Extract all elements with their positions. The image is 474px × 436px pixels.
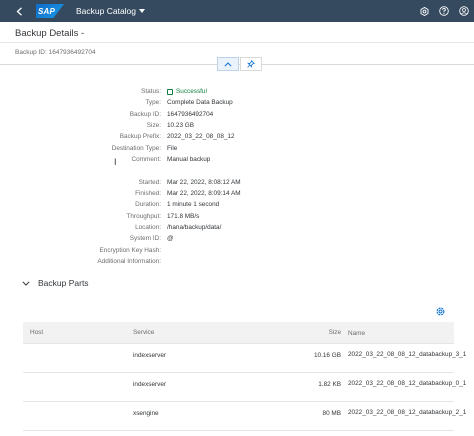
detail-value: Mar 22, 2022, 8:09:14 AM xyxy=(167,190,241,197)
cell-size: 80 MB xyxy=(322,410,341,417)
column-header-service: Service xyxy=(133,329,155,336)
pin-icon xyxy=(247,60,255,68)
detail-label: Duration: xyxy=(135,201,161,209)
detail-value: 10.23 GB xyxy=(167,122,195,129)
settings-icon xyxy=(420,6,428,16)
detail-row: Additional Information: xyxy=(0,256,474,267)
back-icon xyxy=(16,6,22,16)
detail-label: Finished: xyxy=(135,190,161,197)
column-header-host: Host xyxy=(30,329,44,336)
table-row[interactable]: xsengine 80 MB 2022_03_22_08_08_12_databac… xyxy=(23,402,467,431)
header-backup-id: Backup ID: 1647936492704 xyxy=(15,49,96,56)
backup-parts-table: Host Service Size Name indexserver 10.16 … xyxy=(23,322,467,431)
redacted-system-name xyxy=(88,29,115,38)
user-menu-button[interactable] xyxy=(454,0,474,22)
detail-value: Complete Data Backup xyxy=(167,99,233,107)
header-toggle-group xyxy=(217,57,262,71)
shell-bar: SAP Backup Catalog xyxy=(0,0,474,22)
detail-label: Comment: xyxy=(131,156,161,163)
detail-row: Duration: 1 minute 1 second xyxy=(0,199,474,210)
back-button[interactable] xyxy=(12,0,26,22)
detail-row: Type: Complete Data Backup xyxy=(0,97,474,108)
cell-name: 2022_03_22_08_08_12_databackup_3_1 xyxy=(348,351,467,358)
page-title: Backup Details - xyxy=(15,28,85,39)
settings-icon xyxy=(436,307,444,315)
pin-header-button[interactable] xyxy=(240,57,262,71)
table-row[interactable]: indexserver 10.16 GB 2022_03_22_08_08_12_d… xyxy=(23,344,467,373)
collapse-header-button[interactable] xyxy=(217,57,239,71)
table-body: indexserver 10.16 GB 2022_03_22_08_08_12_d… xyxy=(23,344,467,431)
backup-parts-title: Backup Parts xyxy=(38,278,89,288)
detail-label: Additional Information: xyxy=(97,258,161,265)
cell-name: 2022_03_22_08_08_12_databackup_2_1 xyxy=(348,409,467,416)
cell-service: indexserver xyxy=(133,381,167,388)
app-title: Backup Catalog xyxy=(76,6,137,16)
detail-value: File xyxy=(167,144,178,152)
detail-value: Manual backup xyxy=(167,156,211,163)
chevron-down-icon xyxy=(22,280,30,286)
cell-size: 1.82 KB xyxy=(318,381,341,388)
detail-row: Encryption Key Hash: xyxy=(0,245,474,256)
detail-label: Backup ID: xyxy=(129,110,161,118)
header-divider xyxy=(0,42,474,43)
column-header-name: Name xyxy=(348,330,366,337)
detail-row: Destination Type: File xyxy=(0,143,474,154)
detail-value: @ xyxy=(167,235,174,243)
success-status-icon xyxy=(167,88,173,95)
detail-row: Throughput: 171.8 MB/s xyxy=(0,211,474,222)
detail-row: Backup ID: 1647936492704 xyxy=(0,109,474,120)
detail-label: System ID: xyxy=(129,235,161,243)
detail-label: Location: xyxy=(135,224,161,231)
sap-logo-text: SAP xyxy=(38,6,56,16)
settings-button[interactable] xyxy=(414,0,434,22)
detail-row: Comment: Manual backup xyxy=(0,154,474,165)
detail-label: Started: xyxy=(138,178,161,186)
backup-parts-section-header[interactable]: Backup Parts xyxy=(22,278,89,288)
help-button[interactable] xyxy=(434,0,454,22)
cell-size: 10.16 GB xyxy=(313,352,341,359)
detail-row: Location: /hana/backup/data/ xyxy=(0,222,474,233)
detail-row: Started: Mar 22, 2022, 8:08:12 AM xyxy=(0,177,474,188)
cell-service: indexserver xyxy=(133,352,167,359)
status-value: Successful xyxy=(167,86,207,97)
help-icon xyxy=(439,6,449,16)
detail-row: Status: Successful xyxy=(0,86,474,97)
app-title-menu[interactable]: Backup Catalog xyxy=(76,6,146,16)
text-cursor-icon: I xyxy=(114,157,117,167)
detail-value: /hana/backup/data/ xyxy=(167,224,222,231)
detail-row: Finished: Mar 22, 2022, 8:09:14 AM xyxy=(0,188,474,199)
detail-value: 2022_03_22_08_08_12 xyxy=(167,133,235,141)
user-icon xyxy=(459,6,469,16)
detail-label: Encryption Key Hash: xyxy=(99,246,161,254)
chevron-up-icon xyxy=(224,61,232,67)
detail-value: 1647936492704 xyxy=(167,110,214,118)
status-text: Successful xyxy=(176,88,207,95)
column-header-size: Size xyxy=(328,329,341,336)
detail-row: System ID: @ xyxy=(0,233,474,244)
detail-value: Mar 22, 2022, 8:08:12 AM xyxy=(167,178,241,186)
detail-value: 171.8 MB/s xyxy=(167,212,200,220)
detail-label: Type: xyxy=(145,99,161,107)
sap-logo[interactable]: SAP xyxy=(36,4,64,18)
cell-service: xsengine xyxy=(133,410,159,417)
dropdown-caret-icon xyxy=(139,9,146,13)
table-settings-button[interactable] xyxy=(433,304,447,318)
detail-label: Destination Type: xyxy=(111,144,161,152)
table-row[interactable]: indexserver 1.82 KB 2022_03_22_08_08_12_da… xyxy=(23,373,467,402)
redacted-path xyxy=(225,223,265,232)
table-header-row: Host Service Size Name xyxy=(23,322,454,344)
detail-row: Size: 10.23 GB xyxy=(0,120,474,131)
detail-label: Status: xyxy=(141,88,161,95)
detail-label: Throughput: xyxy=(126,212,161,220)
detail-label: Backup Prefix: xyxy=(119,133,161,141)
object-page-header: Backup Details - Backup ID: 164793649270… xyxy=(0,22,474,60)
detail-value: 1 minute 1 second xyxy=(167,201,220,209)
detail-row: Backup Prefix: 2022_03_22_08_08_12 xyxy=(0,131,474,142)
detail-label: Size: xyxy=(146,122,161,129)
cell-name: 2022_03_22_08_08_12_databackup_0_1 xyxy=(348,380,467,387)
